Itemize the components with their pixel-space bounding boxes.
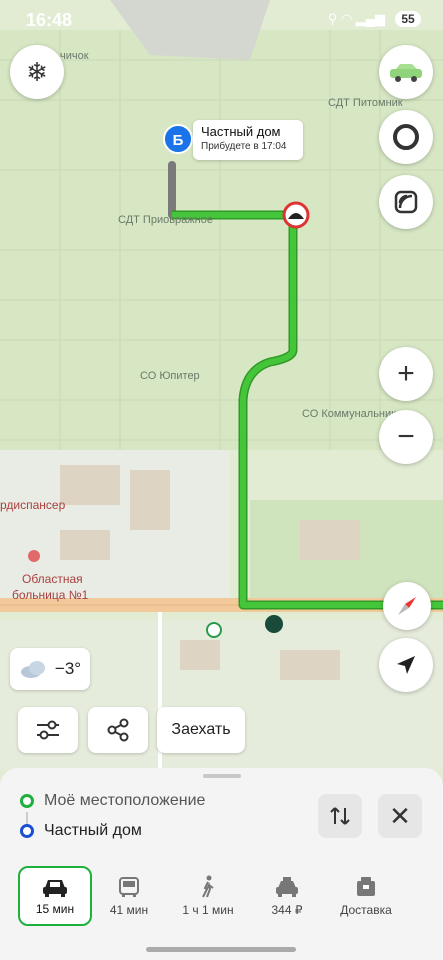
my-location-button[interactable] [379,638,433,692]
share-button[interactable] [88,707,148,753]
close-icon: ✕ [389,800,411,831]
map-label: Областная [22,572,83,586]
map-label: рдиспансер [0,498,66,512]
map-label: СО Коммунальник [302,408,396,420]
delivery-icon [357,877,375,896]
zoom-out-button[interactable]: − [379,410,433,464]
mode-label: 344 ₽ [271,903,303,917]
navigation-arrow-icon [397,656,415,674]
layers-icon [394,190,418,214]
swap-route-button[interactable] [318,794,362,838]
alice-button[interactable] [379,110,433,164]
route-from-label: Моё местоположение [44,792,206,809]
weather-widget[interactable]: −3° [10,648,90,690]
map-label: чичок [60,50,89,62]
mode-label: Доставка [340,903,392,917]
bus-icon [119,877,139,897]
sheet-handle[interactable] [203,774,241,778]
mode-car[interactable]: 15 мин [18,866,92,926]
mode-delivery[interactable]: Доставка [329,866,403,926]
travel-modes: 15 мин 41 мин 1 ч 1 мин 344 ₽ Доставка [18,866,428,926]
swap-icon [330,807,350,825]
call-in-button[interactable]: Заехать [157,707,245,753]
snowflake-button[interactable]: ❄ [10,45,64,99]
compass-button[interactable] [383,582,431,630]
mode-bus[interactable]: 41 мин [92,866,166,926]
plus-icon: + [397,357,415,390]
minus-icon: − [397,420,415,453]
alice-icon [393,124,419,150]
map-label: больница №1 [12,588,89,602]
layers-button[interactable] [379,175,433,229]
call-in-label: Заехать [171,721,231,738]
mode-label: 1 ч 1 мин [182,903,234,917]
map-label: СДТ Приовражное [118,214,213,226]
route-settings-button[interactable] [18,707,78,753]
map-label: СДТ Питомник [328,97,403,109]
to-dot-icon [20,824,34,838]
destination-title: Частный дом [201,124,281,139]
destination-pin[interactable]: Б [163,124,193,154]
status-icons: ⚲ ◠ ▂▄▆ [327,11,385,26]
taxi-icon [276,877,298,897]
status-time: 16:48 [26,10,73,30]
from-dot-icon [20,794,34,808]
snowflake-icon: ❄ [26,56,48,87]
sliders-icon [37,720,59,740]
car-profile-button[interactable] [379,45,433,99]
destination-card[interactable]: Частный дом Прибудете в 17:04 [193,120,303,160]
gesture-bar[interactable] [146,947,296,952]
mode-label: 15 мин [35,902,75,916]
share-icon [107,718,129,742]
route-to-label: Частный дом [44,822,142,839]
route-to[interactable]: Частный дом [20,822,142,840]
mode-walk[interactable]: 1 ч 1 мин [171,866,245,926]
compass-icon [398,597,416,615]
car-icon [43,880,67,897]
walk-icon [202,875,214,898]
cloud-icon [20,661,45,678]
map-label: СО Юпитер [140,370,200,382]
battery-indicator: 55 [395,11,421,27]
close-route-button[interactable]: ✕ [378,794,422,838]
car-icon [390,64,422,82]
status-bar: 16:48 ⚲ ◠ ▂▄▆ 55 [0,0,443,38]
mode-taxi[interactable]: 344 ₽ [250,866,324,926]
route-from[interactable]: Моё местоположение [20,792,205,810]
temperature: −3° [54,659,82,678]
destination-eta: Прибудете в 17:04 [201,141,287,152]
mode-label: 41 мин [109,903,149,917]
zoom-in-button[interactable]: + [379,347,433,401]
